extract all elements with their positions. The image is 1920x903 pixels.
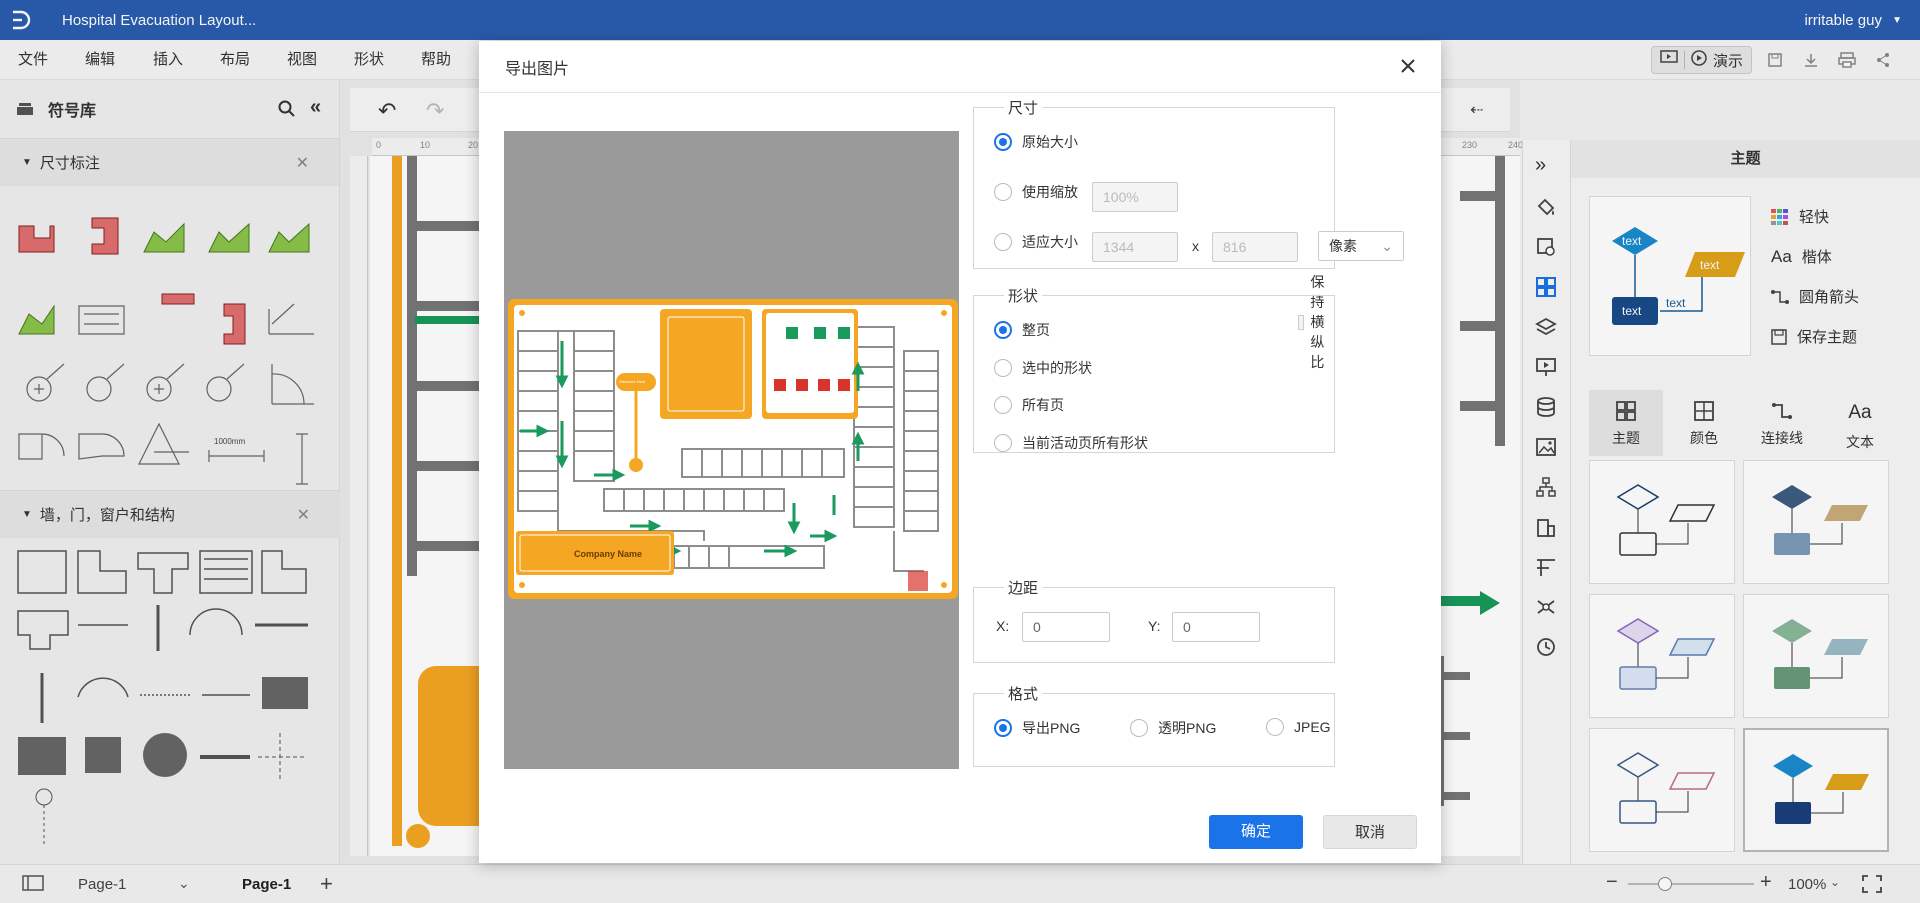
margin-y-label: Y: xyxy=(1148,618,1161,634)
shape-legend: 形状 xyxy=(1004,285,1043,306)
fit-size-option[interactable]: 适应大小 xyxy=(994,232,1078,252)
all-pages-option[interactable]: 所有页 xyxy=(994,395,1064,415)
margin-x-label: X: xyxy=(996,618,1010,634)
option-label: 使用缩放 xyxy=(1022,184,1078,200)
close-icon[interactable] xyxy=(1397,55,1419,77)
size-group: 尺寸 原始大小 使用缩放 100% 适应大小 1344 x 816 像素 ⌄ 保… xyxy=(973,97,1404,370)
whole-page-option[interactable]: 整页 xyxy=(994,320,1050,340)
cancel-button[interactable]: 取消 xyxy=(1323,815,1417,849)
fit-size-radio[interactable] xyxy=(994,233,1012,251)
option-label: 整页 xyxy=(1022,322,1050,338)
use-scale-option[interactable]: 使用缩放 xyxy=(994,182,1078,202)
original-size-radio[interactable] xyxy=(994,133,1012,151)
preview-welcome: Welcome Here xyxy=(619,379,646,384)
current-page-all-shapes-radio[interactable] xyxy=(994,434,1012,452)
dialog-header: 导出图片 xyxy=(479,41,1441,93)
floor-plan-preview: Company Name Welcome Here xyxy=(508,299,958,599)
chevron-down-icon: ⌄ xyxy=(1381,238,1393,254)
unit-select[interactable]: 像素 ⌄ xyxy=(1318,231,1404,261)
original-size-option[interactable]: 原始大小 xyxy=(994,132,1078,152)
preview-company-name: Company Name xyxy=(574,549,642,559)
transparent-png-option[interactable]: 透明PNG xyxy=(1130,718,1216,738)
jpeg-radio[interactable] xyxy=(1266,718,1284,736)
times-sign: x xyxy=(1192,238,1199,254)
selected-shapes-radio[interactable] xyxy=(994,359,1012,377)
dialog-title: 导出图片 xyxy=(505,60,570,78)
export-image-dialog: 导出图片 Company Name Welcome Here 尺寸 原始大小 使… xyxy=(479,41,1441,863)
option-label: JPEG xyxy=(1294,719,1331,735)
png-option[interactable]: 导出PNG xyxy=(994,718,1080,738)
unit-value: 像素 xyxy=(1329,238,1357,254)
format-legend: 格式 xyxy=(1004,683,1043,704)
png-radio[interactable] xyxy=(994,719,1012,737)
option-label: 原始大小 xyxy=(1022,134,1078,150)
width-input[interactable]: 1344 xyxy=(1092,232,1178,262)
export-preview: Company Name Welcome Here xyxy=(504,131,959,769)
scale-input[interactable]: 100% xyxy=(1092,182,1178,212)
jpeg-option[interactable]: JPEG xyxy=(1266,718,1331,736)
size-legend: 尺寸 xyxy=(1004,97,1043,118)
margin-legend: 边距 xyxy=(1004,577,1043,598)
margin-x-input[interactable]: 0 xyxy=(1022,612,1110,642)
option-label: 选中的形状 xyxy=(1022,360,1092,376)
option-label: 当前活动页所有形状 xyxy=(1022,435,1148,451)
transparent-png-radio[interactable] xyxy=(1130,719,1148,737)
selected-shapes-option[interactable]: 选中的形状 xyxy=(994,358,1092,378)
all-pages-radio[interactable] xyxy=(994,396,1012,414)
use-scale-radio[interactable] xyxy=(994,183,1012,201)
option-label: 适应大小 xyxy=(1022,234,1078,250)
margin-y-input[interactable]: 0 xyxy=(1172,612,1260,642)
option-label: 透明PNG xyxy=(1158,720,1217,736)
current-page-all-shapes-option[interactable]: 当前活动页所有形状 xyxy=(994,433,1148,453)
whole-page-radio[interactable] xyxy=(994,321,1012,339)
format-group: 格式 导出PNG 透明PNG JPEG xyxy=(973,683,1335,767)
option-label: 所有页 xyxy=(1022,397,1064,413)
confirm-button[interactable]: 确定 xyxy=(1209,815,1303,849)
shape-group: 形状 整页 选中的形状 所有页 当前活动页所有形状 xyxy=(973,285,1335,453)
margin-group: 边距 X: 0 Y: 0 xyxy=(973,577,1335,663)
option-label: 导出PNG xyxy=(1022,720,1081,736)
height-input[interactable]: 816 xyxy=(1212,232,1298,262)
